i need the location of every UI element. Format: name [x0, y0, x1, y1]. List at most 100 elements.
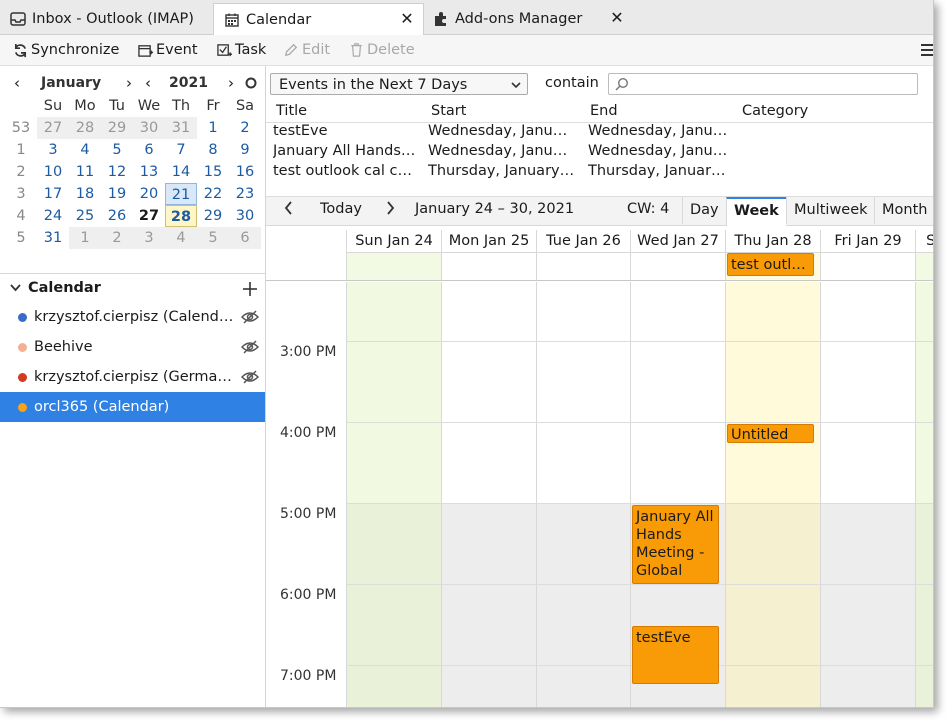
eye-hidden-icon[interactable]: [240, 309, 260, 325]
day-cell[interactable]: 29: [197, 205, 229, 227]
day-header[interactable]: Fri Jan 29: [820, 230, 915, 252]
search-input[interactable]: [608, 73, 918, 95]
today-button[interactable]: Today: [320, 201, 362, 217]
allday-cell[interactable]: [441, 252, 536, 280]
day-cell-busy[interactable]: 27: [133, 205, 165, 227]
day-cell[interactable]: 9: [229, 139, 261, 161]
day-cell[interactable]: 29: [101, 117, 133, 139]
next-year-icon[interactable]: ›: [224, 74, 238, 92]
view-tab-multiweek[interactable]: Multiweek: [786, 197, 875, 224]
day-cell[interactable]: 20: [133, 183, 165, 205]
day-cell[interactable]: 27: [37, 117, 69, 139]
view-tab-day[interactable]: Day: [682, 197, 726, 224]
day-cell[interactable]: 10: [37, 161, 69, 183]
tab-inbox[interactable]: Inbox - Outlook (IMAP): [0, 3, 212, 34]
calendar-item[interactable]: krzysztof.cierpisz (Germany): [0, 362, 265, 392]
day-cell[interactable]: 2: [101, 227, 133, 249]
new-task-button[interactable]: Task: [216, 40, 266, 60]
delete-button[interactable]: Delete: [348, 40, 415, 60]
calendar-list-header[interactable]: Calendar: [0, 273, 265, 302]
menu-icon[interactable]: [921, 41, 933, 57]
day-cell[interactable]: 5: [197, 227, 229, 249]
day-cell[interactable]: 23: [229, 183, 261, 205]
new-event-button[interactable]: Event: [137, 40, 198, 60]
day-header[interactable]: Mon Jan 25: [441, 230, 536, 252]
view-tab-month[interactable]: Month: [874, 197, 933, 224]
day-column[interactable]: [441, 282, 536, 707]
today-circle-icon[interactable]: [244, 75, 258, 93]
day-cell[interactable]: 7: [165, 139, 197, 161]
table-row[interactable]: test outlook cal calendar Thursday, Janu…: [266, 163, 933, 183]
next-week-icon[interactable]: [386, 201, 395, 219]
table-row[interactable]: testEve Wednesday, January 27, 2021 Wedn…: [266, 123, 933, 143]
day-cell[interactable]: 25: [69, 205, 101, 227]
day-column-weekend[interactable]: [346, 282, 441, 707]
close-icon[interactable]: ✕: [399, 11, 415, 27]
day-cell[interactable]: 3: [37, 139, 69, 161]
allday-event[interactable]: test outlook cal calendar: [727, 253, 814, 276]
day-cell[interactable]: 16: [229, 161, 261, 183]
day-header[interactable]: Sun Jan 24: [346, 230, 441, 252]
day-cell[interactable]: 5: [101, 139, 133, 161]
day-cell[interactable]: 4: [69, 139, 101, 161]
column-header-start[interactable]: Start: [431, 103, 466, 119]
synchronize-button[interactable]: Synchronize: [12, 40, 119, 60]
day-cell[interactable]: 14: [165, 161, 197, 183]
day-header[interactable]: Sat Jan 30: [915, 230, 933, 252]
calendar-event[interactable]: January All Hands Meeting - Global: [632, 505, 719, 584]
column-header-end[interactable]: End: [590, 103, 618, 119]
allday-cell[interactable]: [820, 252, 915, 280]
table-row[interactable]: January All Hands Meeting - Global Wedne…: [266, 143, 933, 163]
minimonth-month[interactable]: January: [41, 75, 101, 91]
prev-year-icon[interactable]: ‹: [141, 74, 155, 92]
allday-cell[interactable]: [346, 252, 441, 280]
day-cell-today[interactable]: 28: [165, 205, 197, 227]
day-cell[interactable]: 6: [229, 227, 261, 249]
tab-calendar[interactable]: Calendar ✕: [213, 3, 424, 36]
day-cell[interactable]: 18: [69, 183, 101, 205]
day-cell[interactable]: 26: [101, 205, 133, 227]
day-cell[interactable]: 30: [229, 205, 261, 227]
next-month-icon[interactable]: ›: [122, 74, 136, 92]
day-cell[interactable]: 15: [197, 161, 229, 183]
day-cell[interactable]: 28: [69, 117, 101, 139]
day-header[interactable]: Wed Jan 27: [630, 230, 725, 252]
day-column[interactable]: [820, 282, 915, 707]
day-cell[interactable]: 31: [165, 117, 197, 139]
column-header-title[interactable]: Title: [276, 103, 307, 119]
previous-week-icon[interactable]: [284, 201, 293, 219]
edit-button[interactable]: Edit: [283, 40, 330, 60]
day-cell[interactable]: 31: [37, 227, 69, 249]
day-cell[interactable]: 3: [133, 227, 165, 249]
day-cell[interactable]: 12: [101, 161, 133, 183]
calendar-item[interactable]: Beehive: [0, 332, 265, 362]
column-header-category[interactable]: Category: [742, 103, 808, 119]
day-cell[interactable]: 11: [69, 161, 101, 183]
prev-month-icon[interactable]: ‹: [10, 74, 24, 92]
calendar-item-selected[interactable]: orcl365 (Calendar): [0, 392, 265, 422]
day-column-weekend[interactable]: [915, 282, 933, 707]
day-cell[interactable]: 1: [197, 117, 229, 139]
minimonth-year[interactable]: 2021: [169, 75, 208, 91]
close-icon[interactable]: ✕: [609, 10, 625, 26]
allday-cell[interactable]: [630, 252, 725, 280]
day-cell[interactable]: 1: [69, 227, 101, 249]
calendar-event[interactable]: testEve: [632, 626, 719, 684]
day-cell-selected[interactable]: 21: [165, 183, 197, 205]
day-header[interactable]: Tue Jan 26: [536, 230, 630, 252]
calendar-item[interactable]: krzysztof.cierpisz (Calendar): [0, 302, 265, 332]
allday-cell[interactable]: [915, 252, 933, 280]
day-cell[interactable]: 22: [197, 183, 229, 205]
day-cell[interactable]: 24: [37, 205, 69, 227]
day-cell[interactable]: 17: [37, 183, 69, 205]
day-cell[interactable]: 13: [133, 161, 165, 183]
day-cell[interactable]: 4: [165, 227, 197, 249]
eye-hidden-icon[interactable]: [240, 369, 260, 385]
add-calendar-icon[interactable]: [243, 277, 257, 301]
day-cell[interactable]: 6: [133, 139, 165, 161]
allday-cell[interactable]: [536, 252, 630, 280]
day-cell[interactable]: 19: [101, 183, 133, 205]
calendar-event[interactable]: Untitled: [727, 424, 814, 443]
chevron-down-icon[interactable]: [10, 281, 22, 295]
view-tab-week[interactable]: Week: [726, 197, 786, 226]
